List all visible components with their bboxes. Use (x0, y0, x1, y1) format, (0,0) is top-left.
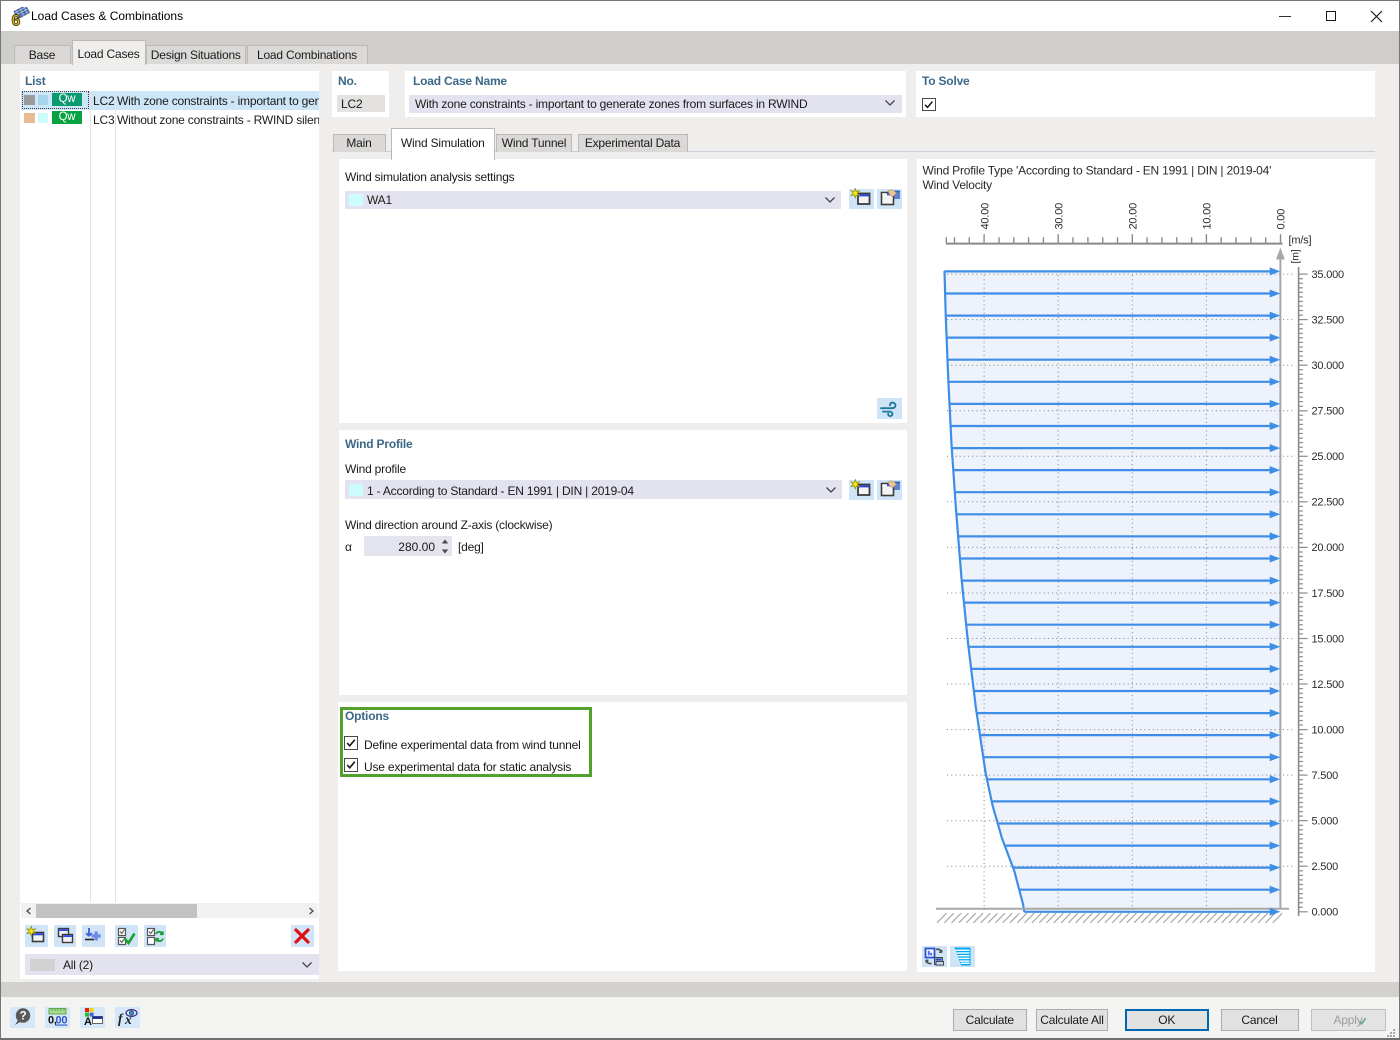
svg-text:0.00: 0.00 (1276, 209, 1288, 230)
svg-text:10.00: 10.00 (1202, 203, 1214, 230)
svg-text:22.500: 22.500 (1312, 497, 1345, 509)
svg-text:7.500: 7.500 (1312, 770, 1339, 782)
svg-text:17.500: 17.500 (1312, 588, 1345, 600)
svg-text:6: 6 (12, 13, 21, 28)
svg-text:A: A (84, 1016, 92, 1028)
svg-text:30.00: 30.00 (1053, 203, 1065, 230)
svg-text:?: ? (20, 1011, 27, 1023)
svg-text:[m]: [m] (1290, 249, 1302, 263)
svg-text:30.000: 30.000 (1312, 360, 1345, 372)
svg-text:25.000: 25.000 (1312, 451, 1345, 463)
svg-text:f: f (118, 1011, 124, 1026)
svg-text:15.000: 15.000 (1312, 633, 1345, 645)
svg-text:20.00: 20.00 (1128, 203, 1140, 230)
svg-text:Wind Velocity: Wind Velocity (923, 178, 993, 192)
svg-text:[m/s]: [m/s] (1289, 235, 1312, 247)
svg-text:2.500: 2.500 (1312, 861, 1339, 873)
svg-text:32.500: 32.500 (1312, 314, 1345, 326)
svg-text:35.000: 35.000 (1312, 269, 1345, 281)
svg-text:00: 00 (56, 1015, 68, 1027)
svg-text:27.500: 27.500 (1312, 406, 1345, 418)
svg-text:40.00: 40.00 (979, 203, 991, 230)
svg-text:Wind Profile Type 'According t: Wind Profile Type 'According to Standard… (923, 163, 1272, 177)
svg-text:12.500: 12.500 (1312, 679, 1345, 691)
svg-text:20.000: 20.000 (1312, 542, 1345, 554)
svg-text:10.000: 10.000 (1312, 724, 1345, 736)
svg-text:5.000: 5.000 (1312, 816, 1339, 828)
svg-text:0.000: 0.000 (1312, 907, 1339, 919)
